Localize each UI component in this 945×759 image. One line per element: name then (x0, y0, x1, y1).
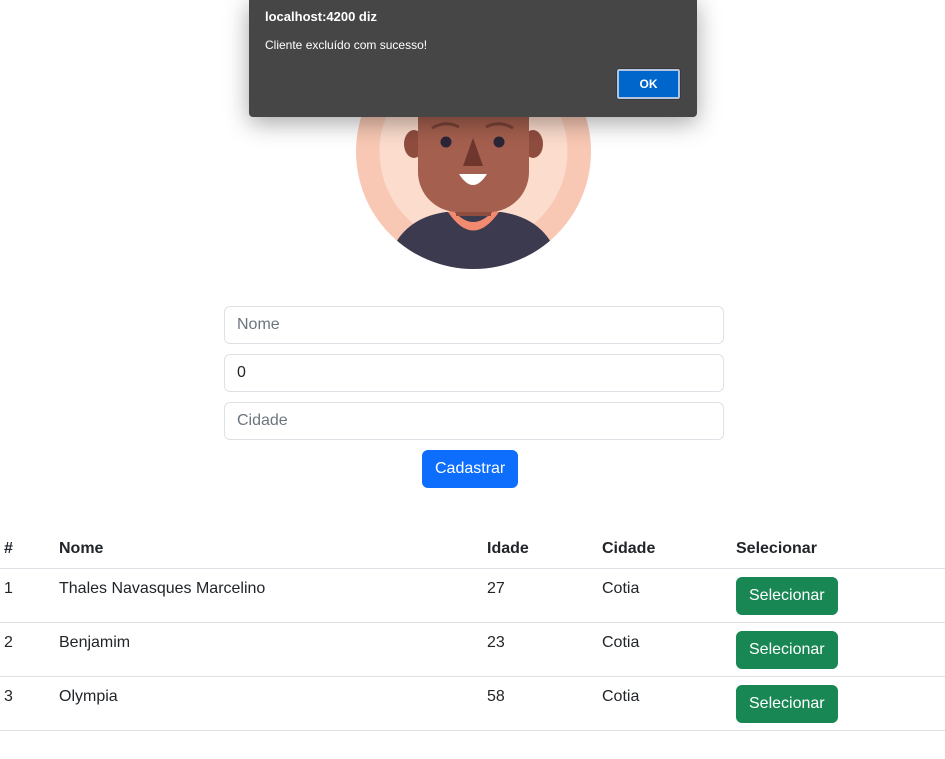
cell-cidade: Cotia (602, 676, 736, 731)
clients-table: # Nome Idade Cidade Selecionar 1 Thales … (0, 529, 945, 731)
page: Cadastrar # Nome Idade Cidade Selecionar… (0, 0, 945, 759)
cell-nome: Benjamim (59, 622, 487, 677)
client-form (224, 306, 724, 450)
cidade-input[interactable] (224, 402, 724, 440)
idade-input[interactable] (224, 354, 724, 392)
dialog-ok-button[interactable]: OK (616, 68, 681, 100)
cell-idade: 58 (487, 676, 602, 731)
cell-action: Selecionar (736, 622, 945, 677)
table-row: 2 Benjamim 23 Cotia Selecionar (0, 622, 945, 677)
cell-id: 2 (0, 622, 59, 677)
selecionar-button[interactable]: Selecionar (736, 685, 838, 723)
cell-action: Selecionar (736, 568, 945, 623)
selecionar-button[interactable]: Selecionar (736, 631, 838, 669)
cell-id: 3 (0, 676, 59, 731)
nome-input[interactable] (224, 306, 724, 344)
header-idade: Idade (487, 529, 602, 569)
cell-cidade: Cotia (602, 568, 736, 623)
table-header-row: # Nome Idade Cidade Selecionar (0, 529, 945, 569)
table-row: 3 Olympia 58 Cotia Selecionar (0, 676, 945, 731)
cell-idade: 27 (487, 568, 602, 623)
header-id: # (0, 529, 59, 569)
dialog-message: Cliente excluído com sucesso! (265, 38, 428, 52)
cell-cidade: Cotia (602, 622, 736, 677)
selecionar-button[interactable]: Selecionar (736, 577, 838, 615)
header-nome: Nome (59, 529, 487, 569)
dialog-title: localhost:4200 diz (265, 9, 377, 24)
alert-dialog: localhost:4200 diz Cliente excluído com … (249, 0, 697, 117)
cell-nome: Thales Navasques Marcelino (59, 568, 487, 623)
cell-action: Selecionar (736, 676, 945, 731)
cadastrar-button[interactable]: Cadastrar (422, 450, 519, 488)
cell-nome: Olympia (59, 676, 487, 731)
header-cidade: Cidade (602, 529, 736, 569)
table-row: 1 Thales Navasques Marcelino 27 Cotia Se… (0, 568, 945, 623)
cell-id: 1 (0, 568, 59, 623)
cell-idade: 23 (487, 622, 602, 677)
header-selecionar: Selecionar (736, 529, 945, 569)
